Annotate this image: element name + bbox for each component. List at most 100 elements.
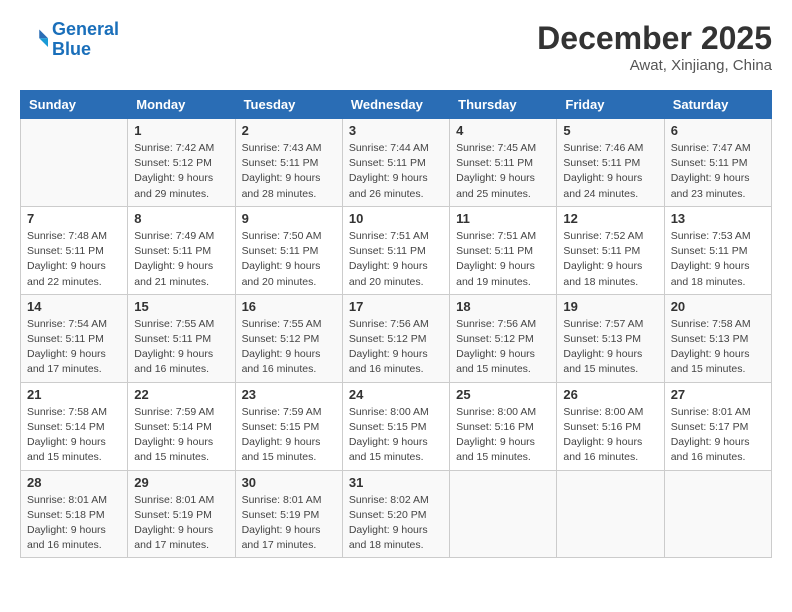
day-number: 18 [456, 299, 550, 314]
day-number: 10 [349, 211, 443, 226]
day-info: Sunrise: 7:56 AM Sunset: 5:12 PM Dayligh… [456, 317, 550, 378]
week-row-4: 21Sunrise: 7:58 AM Sunset: 5:14 PM Dayli… [21, 382, 772, 470]
calendar-cell: 7 Sunrise: 7:48 AM Sunset: 5:11 PM Daylig… [21, 206, 128, 294]
day-info: Sunrise: 8:00 AM Sunset: 5:15 PM Dayligh… [349, 405, 443, 466]
week-row-3: 14 Sunrise: 7:54 AM Sunset: 5:11 PM Dayli… [21, 294, 772, 382]
week-row-2: 7 Sunrise: 7:48 AM Sunset: 5:11 PM Daylig… [21, 206, 772, 294]
day-number: 3 [349, 123, 443, 138]
day-number: 6 [671, 123, 765, 138]
calendar-table: SundayMondayTuesdayWednesdayThursdayFrid… [20, 90, 772, 558]
calendar-cell: 18 Sunrise: 7:56 AM Sunset: 5:12 PM Dayli… [450, 294, 557, 382]
calendar-cell: 31 Sunrise: 8:02 AM Sunset: 5:20 PM Dayli… [342, 470, 449, 558]
calendar-cell: 19Sunrise: 7:57 AM Sunset: 5:13 PM Dayli… [557, 294, 664, 382]
day-number: 24 [349, 387, 443, 402]
week-row-1: 1 Sunrise: 7:42 AM Sunset: 5:12 PM Daylig… [21, 119, 772, 207]
weekday-header-tuesday: Tuesday [235, 91, 342, 119]
day-info: Sunrise: 7:59 AM Sunset: 5:14 PM Dayligh… [134, 405, 228, 466]
day-info: Sunrise: 7:51 AM Sunset: 5:11 PM Dayligh… [349, 229, 443, 290]
calendar-cell: 1 Sunrise: 7:42 AM Sunset: 5:12 PM Daylig… [128, 119, 235, 207]
weekday-header-wednesday: Wednesday [342, 91, 449, 119]
weekday-header-friday: Friday [557, 91, 664, 119]
day-number: 15 [134, 299, 228, 314]
day-info: Sunrise: 7:46 AM Sunset: 5:11 PM Dayligh… [563, 141, 657, 202]
day-info: Sunrise: 7:43 AM Sunset: 5:11 PM Dayligh… [242, 141, 336, 202]
day-number: 1 [134, 123, 228, 138]
calendar-cell: 25Sunrise: 8:00 AM Sunset: 5:16 PM Dayli… [450, 382, 557, 470]
day-info: Sunrise: 8:01 AM Sunset: 5:19 PM Dayligh… [242, 493, 336, 554]
day-number: 29 [134, 475, 228, 490]
logo: General Blue [20, 20, 119, 60]
logo-icon [20, 26, 48, 54]
calendar-cell: 8 Sunrise: 7:49 AM Sunset: 5:11 PM Daylig… [128, 206, 235, 294]
day-info: Sunrise: 8:01 AM Sunset: 5:18 PM Dayligh… [27, 493, 121, 554]
day-info: Sunrise: 8:02 AM Sunset: 5:20 PM Dayligh… [349, 493, 443, 554]
calendar-cell: 12Sunrise: 7:52 AM Sunset: 5:11 PM Dayli… [557, 206, 664, 294]
day-number: 5 [563, 123, 657, 138]
weekday-header-sunday: Sunday [21, 91, 128, 119]
day-info: Sunrise: 7:47 AM Sunset: 5:11 PM Dayligh… [671, 141, 765, 202]
day-number: 30 [242, 475, 336, 490]
calendar-cell: 23 Sunrise: 7:59 AM Sunset: 5:15 PM Dayli… [235, 382, 342, 470]
calendar-cell: 15Sunrise: 7:55 AM Sunset: 5:11 PM Dayli… [128, 294, 235, 382]
calendar-cell [664, 470, 771, 558]
calendar-cell: 27 Sunrise: 8:01 AM Sunset: 5:17 PM Dayli… [664, 382, 771, 470]
week-row-5: 28 Sunrise: 8:01 AM Sunset: 5:18 PM Dayli… [21, 470, 772, 558]
day-number: 31 [349, 475, 443, 490]
day-info: Sunrise: 7:50 AM Sunset: 5:11 PM Dayligh… [242, 229, 336, 290]
day-info: Sunrise: 7:57 AM Sunset: 5:13 PM Dayligh… [563, 317, 657, 378]
day-info: Sunrise: 7:59 AM Sunset: 5:15 PM Dayligh… [242, 405, 336, 466]
day-info: Sunrise: 8:00 AM Sunset: 5:16 PM Dayligh… [563, 405, 657, 466]
day-number: 7 [27, 211, 121, 226]
page-header: General Blue December 2025 Awat, Xinjian… [20, 20, 772, 74]
day-number: 14 [27, 299, 121, 314]
day-info: Sunrise: 7:42 AM Sunset: 5:12 PM Dayligh… [134, 141, 228, 202]
day-number: 11 [456, 211, 550, 226]
day-number: 21 [27, 387, 121, 402]
calendar-cell: 10 Sunrise: 7:51 AM Sunset: 5:11 PM Dayli… [342, 206, 449, 294]
weekday-header-monday: Monday [128, 91, 235, 119]
weekday-header-saturday: Saturday [664, 91, 771, 119]
calendar-cell: 3 Sunrise: 7:44 AM Sunset: 5:11 PM Daylig… [342, 119, 449, 207]
day-number: 20 [671, 299, 765, 314]
calendar-cell: 9 Sunrise: 7:50 AM Sunset: 5:11 PM Daylig… [235, 206, 342, 294]
calendar-cell: 6 Sunrise: 7:47 AM Sunset: 5:11 PM Daylig… [664, 119, 771, 207]
calendar-cell: 24 Sunrise: 8:00 AM Sunset: 5:15 PM Dayli… [342, 382, 449, 470]
logo-line2: Blue [52, 39, 91, 59]
day-info: Sunrise: 7:53 AM Sunset: 5:11 PM Dayligh… [671, 229, 765, 290]
day-number: 13 [671, 211, 765, 226]
calendar-cell: 29 Sunrise: 8:01 AM Sunset: 5:19 PM Dayli… [128, 470, 235, 558]
day-number: 28 [27, 475, 121, 490]
day-number: 9 [242, 211, 336, 226]
logo-text: General Blue [52, 20, 119, 60]
day-number: 17 [349, 299, 443, 314]
weekday-header-row: SundayMondayTuesdayWednesdayThursdayFrid… [21, 91, 772, 119]
day-number: 23 [242, 387, 336, 402]
month-year: December 2025 [537, 20, 772, 57]
day-number: 27 [671, 387, 765, 402]
calendar-cell [450, 470, 557, 558]
day-number: 22 [134, 387, 228, 402]
day-info: Sunrise: 7:56 AM Sunset: 5:12 PM Dayligh… [349, 317, 443, 378]
day-info: Sunrise: 8:00 AM Sunset: 5:16 PM Dayligh… [456, 405, 550, 466]
day-info: Sunrise: 7:45 AM Sunset: 5:11 PM Dayligh… [456, 141, 550, 202]
day-number: 16 [242, 299, 336, 314]
weekday-header-thursday: Thursday [450, 91, 557, 119]
calendar-cell: 5 Sunrise: 7:46 AM Sunset: 5:11 PM Daylig… [557, 119, 664, 207]
day-info: Sunrise: 7:58 AM Sunset: 5:13 PM Dayligh… [671, 317, 765, 378]
calendar-cell: 21Sunrise: 7:58 AM Sunset: 5:14 PM Dayli… [21, 382, 128, 470]
location: Awat, Xinjiang, China [537, 57, 772, 74]
day-info: Sunrise: 7:44 AM Sunset: 5:11 PM Dayligh… [349, 141, 443, 202]
day-info: Sunrise: 7:51 AM Sunset: 5:11 PM Dayligh… [456, 229, 550, 290]
calendar-cell: 4Sunrise: 7:45 AM Sunset: 5:11 PM Daylig… [450, 119, 557, 207]
day-number: 26 [563, 387, 657, 402]
day-info: Sunrise: 7:52 AM Sunset: 5:11 PM Dayligh… [563, 229, 657, 290]
day-info: Sunrise: 7:55 AM Sunset: 5:12 PM Dayligh… [242, 317, 336, 378]
day-info: Sunrise: 7:48 AM Sunset: 5:11 PM Dayligh… [27, 229, 121, 290]
day-info: Sunrise: 8:01 AM Sunset: 5:19 PM Dayligh… [134, 493, 228, 554]
calendar-cell: 2Sunrise: 7:43 AM Sunset: 5:11 PM Daylig… [235, 119, 342, 207]
calendar-cell: 16 Sunrise: 7:55 AM Sunset: 5:12 PM Dayli… [235, 294, 342, 382]
day-info: Sunrise: 7:54 AM Sunset: 5:11 PM Dayligh… [27, 317, 121, 378]
day-info: Sunrise: 7:49 AM Sunset: 5:11 PM Dayligh… [134, 229, 228, 290]
day-info: Sunrise: 8:01 AM Sunset: 5:17 PM Dayligh… [671, 405, 765, 466]
day-number: 8 [134, 211, 228, 226]
